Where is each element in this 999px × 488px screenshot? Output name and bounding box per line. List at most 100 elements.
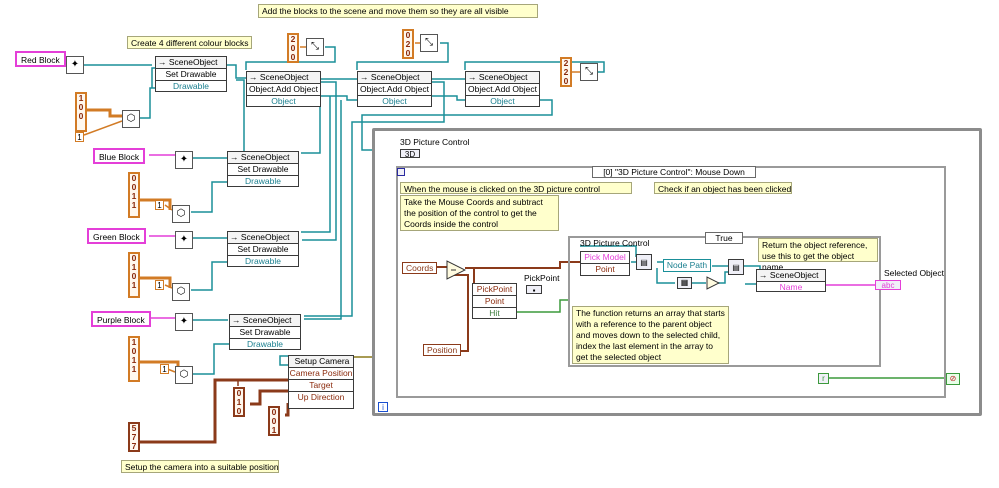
alpha-constant[interactable]: 1 [160, 364, 169, 374]
selected-object-label: Selected Object [884, 268, 945, 278]
node-property: Drawable [245, 176, 281, 186]
array-size-icon[interactable]: ▦ [677, 277, 692, 289]
pick-model-node[interactable]: Pick Model Point [580, 251, 630, 276]
purple-block-constant[interactable]: Purple Block [91, 311, 151, 327]
translation-array-1[interactable]: 200 [287, 33, 299, 63]
coords-label: Coords [406, 263, 434, 273]
note-check-clicked: Check if an object has been clicked [654, 182, 792, 194]
picture-control-terminal[interactable]: 3D [400, 149, 420, 159]
node-method: Object.Add Object [358, 84, 431, 96]
node-header: → SceneObject [156, 57, 226, 69]
create-box-icon[interactable]: ⬡ [172, 205, 190, 223]
node-header: → SceneObject [228, 152, 298, 164]
up-direction-input: Up Direction [297, 392, 345, 402]
pickpoint-indicator[interactable]: ▪ [526, 285, 542, 295]
node-method: Set Drawable [228, 164, 298, 176]
alpha-constant[interactable]: 1 [75, 132, 84, 142]
node-method: Set Drawable [228, 244, 298, 256]
node-method: Set Drawable [156, 69, 226, 81]
case-selector[interactable]: True [705, 232, 743, 244]
add-object-node-2[interactable]: → SceneObject Object.Add Object Object [357, 71, 432, 107]
create-box-icon[interactable]: ⬡ [172, 283, 190, 301]
node-path-terminal[interactable]: Node Path [663, 259, 711, 272]
loop-condition-terminal[interactable]: ⊘ [946, 373, 960, 385]
node-header: → SceneObject [466, 72, 539, 84]
name-property: Name [779, 282, 803, 292]
note-mouse-click: When the mouse is clicked on the 3D pict… [400, 182, 632, 194]
selected-object-indicator[interactable]: abc [875, 280, 901, 290]
pick-model-method: Pick Model [581, 252, 629, 264]
event-timeout-terminal[interactable] [397, 168, 405, 176]
node-property: Drawable [173, 81, 209, 91]
node-header: → SceneObject [228, 232, 298, 244]
pick-model-point: Point [595, 264, 615, 274]
target-input: Target [289, 380, 353, 392]
translate-icon[interactable]: ⤡ [420, 34, 438, 52]
stop-boolean-terminal[interactable]: r [818, 373, 829, 384]
color-array-purple[interactable]: 1011 [128, 336, 140, 382]
note-function-returns: The function returns an array that start… [572, 306, 729, 364]
green-block-constant[interactable]: Green Block [87, 228, 146, 244]
name-property-node[interactable]: → SceneObject Name [756, 269, 826, 292]
create-sphere-icon[interactable]: ✦ [175, 151, 193, 169]
color-array-blue[interactable]: 0011 [128, 172, 140, 218]
create-box-icon[interactable]: ⬡ [175, 366, 193, 384]
pickpoint-label: PickPoint [524, 273, 560, 283]
red-block-constant[interactable]: Red Block [15, 51, 66, 67]
add-object-node-3[interactable]: → SceneObject Object.Add Object Object [465, 71, 540, 107]
set-drawable-node-blue[interactable]: → SceneObject Set Drawable Drawable [227, 151, 299, 187]
camera-position-input: Camera Position [289, 368, 353, 380]
alpha-constant[interactable]: 1 [155, 280, 164, 290]
node-header: → SceneObject [757, 270, 825, 282]
decrement-icon[interactable] [706, 276, 720, 290]
translation-array-2[interactable]: 020 [402, 29, 414, 59]
target-array[interactable]: 001 [268, 406, 280, 436]
pickpoint-field: PickPoint [473, 284, 516, 296]
node-property: Object [271, 96, 296, 106]
node-method: Object.Add Object [247, 84, 320, 96]
color-array-green[interactable]: 0101 [128, 252, 140, 298]
set-drawable-node-green[interactable]: → SceneObject Set Drawable Drawable [227, 231, 299, 267]
subtract-icon[interactable] [446, 260, 466, 280]
inner-picture-control-label: 3D Picture Control [580, 238, 650, 248]
unbundle-icon[interactable]: ▤ [636, 254, 652, 270]
coords-terminal[interactable]: Coords [402, 262, 437, 274]
node-header: → SceneObject [358, 72, 431, 84]
case-selector-label: True [715, 233, 733, 243]
set-drawable-node-purple[interactable]: → SceneObject Set Drawable Drawable [229, 314, 301, 350]
node-header: → SceneObject [247, 72, 320, 84]
create-sphere-icon[interactable]: ✦ [66, 56, 84, 74]
node-path-label: Node Path [666, 260, 708, 270]
alpha-constant[interactable]: 1 [155, 200, 164, 210]
translation-array-3[interactable]: 220 [560, 57, 572, 87]
position-terminal[interactable]: Position [423, 344, 461, 356]
node-method: Object.Add Object [466, 84, 539, 96]
loop-iteration-terminal: i [378, 402, 388, 412]
event-case-selector[interactable]: [0] "3D Picture Control": Mouse Down [592, 166, 756, 178]
up-direction-array[interactable]: 010 [233, 387, 245, 417]
picture-control-label: 3D Picture Control [400, 137, 470, 147]
node-property: Object [382, 96, 407, 106]
camera-position-array[interactable]: 577 [128, 422, 140, 452]
create-sphere-icon[interactable]: ✦ [175, 313, 193, 331]
node-property: Object [490, 96, 515, 106]
add-object-node-1[interactable]: → SceneObject Object.Add Object Object [246, 71, 321, 107]
index-array-icon[interactable]: ▤ [728, 259, 744, 275]
translate-icon[interactable]: ⤡ [580, 63, 598, 81]
setup-camera-node[interactable]: Setup Camera Camera Position Target Up D… [288, 355, 354, 409]
node-method: Set Drawable [230, 327, 300, 339]
blue-block-constant[interactable]: Blue Block [93, 148, 146, 164]
note-top: Add the blocks to the scene and move the… [258, 4, 538, 18]
event-case-label: [0] "3D Picture Control": Mouse Down [603, 167, 745, 177]
set-drawable-node-red[interactable]: → SceneObject Set Drawable Drawable [155, 56, 227, 92]
create-box-icon[interactable]: ⬡ [122, 110, 140, 128]
point-field: Point [473, 296, 516, 308]
color-array-red[interactable]: 100 [75, 92, 87, 132]
hit-field: Hit [489, 308, 500, 318]
create-sphere-icon[interactable]: ✦ [175, 231, 193, 249]
note-take-coords: Take the Mouse Coords and subtract the p… [400, 195, 559, 231]
position-label: Position [427, 345, 458, 355]
pickpoint-unbundle-node[interactable]: PickPoint Point Hit [472, 283, 517, 319]
node-header: → SceneObject [230, 315, 300, 327]
translate-icon[interactable]: ⤡ [306, 38, 324, 56]
